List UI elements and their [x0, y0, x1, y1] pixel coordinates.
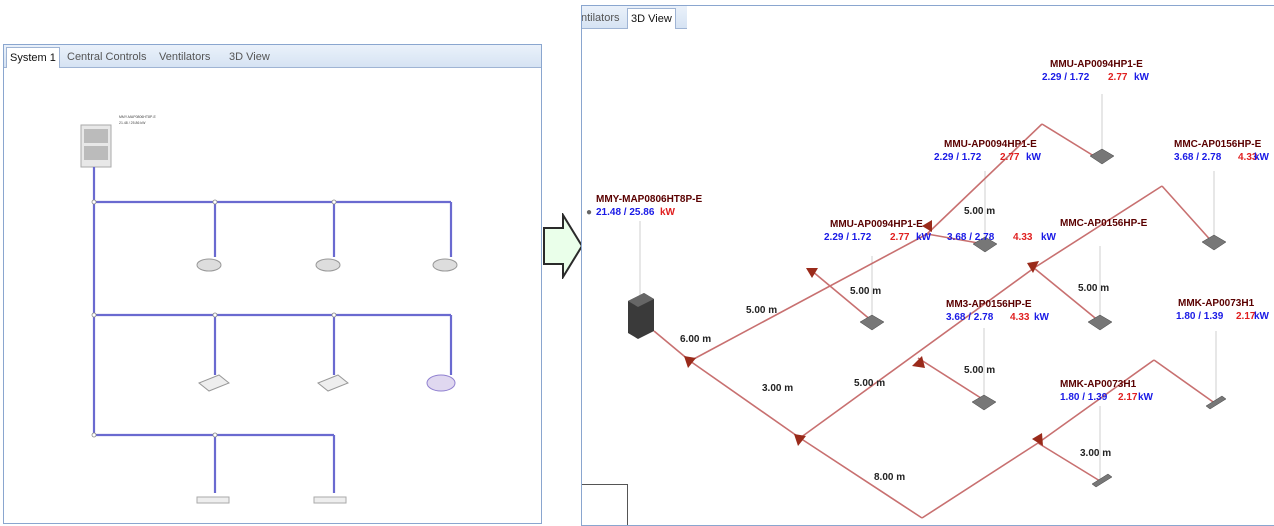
svg-text:2.29 / 1.72: 2.29 / 1.72: [824, 232, 872, 243]
svg-text:2.29 / 1.72: 2.29 / 1.72: [934, 152, 982, 163]
svg-text:MMU-AP0094HP1-E: MMU-AP0094HP1-E: [944, 139, 1037, 150]
svg-text:2.17: 2.17: [1236, 311, 1256, 322]
3d-view-panel: ntilators 3D View MMY-MAP0806HT8P-E ● 21…: [581, 5, 1274, 526]
svg-text:MMY-MAP0806HT8P-E: MMY-MAP0806HT8P-E: [119, 115, 156, 119]
tiny-diagram-labels: MMY-MAP0806HT8P-E 21.48 / 25.86 kW: [119, 115, 156, 125]
svg-text:MMK-AP0073H1: MMK-AP0073H1: [1060, 379, 1137, 390]
piping-diagram-3d: MMY-MAP0806HT8P-E ● 21.48 / 25.86 kW MMU…: [586, 59, 1270, 519]
pipe-length-label: 5.00 m: [850, 286, 881, 297]
svg-text:2.77: 2.77: [1000, 152, 1020, 163]
svg-text:MMC-AP0156HP-E: MMC-AP0156HP-E: [1174, 139, 1262, 150]
svg-text:MMU-AP0094HP1-E: MMU-AP0094HP1-E: [830, 219, 923, 230]
svg-text:MM3-AP0156HP-E: MM3-AP0156HP-E: [946, 299, 1032, 310]
indoor-units-row3[interactable]: [196, 496, 347, 504]
pipe-length-label: 5.00 m: [964, 365, 995, 376]
outdoor-unit-label: MMY-MAP0806HT8P-E ● 21.48 / 25.86 kW: [586, 194, 702, 218]
svg-text:kW: kW: [1134, 72, 1150, 83]
indoor-unit-label: MM3-AP0156HP-E 3.68 / 2.78 4.33 kW: [946, 299, 1050, 323]
piping-diagram-2d: MMY-MAP0806HT8P-E 21.48 / 25.86 kW: [80, 115, 458, 504]
svg-text:kW: kW: [916, 232, 932, 243]
pipe-length-label: 8.00 m: [874, 472, 905, 483]
pipe-length-label: 3.00 m: [762, 383, 793, 394]
svg-text:2.77: 2.77: [1108, 72, 1128, 83]
refrigerant-pipes: [92, 167, 453, 493]
pipe-length-label: 6.00 m: [680, 334, 711, 345]
indoor-unit-label: MMU-AP0094HP1-E 2.29 / 1.72 2.77 kW: [1042, 59, 1150, 83]
tab-ventilators[interactable]: Ventilators: [156, 48, 213, 66]
viewport-corner-frame: [582, 484, 628, 525]
pipe-length-label: 5.00 m: [964, 206, 995, 217]
indoor-unit-label: MMC-AP0156HP-E 3.68 / 2.78 4.33 kW: [947, 218, 1148, 243]
tab-ventilators-cut[interactable]: ntilators: [582, 9, 623, 27]
svg-text:MMU-AP0094HP1-E: MMU-AP0094HP1-E: [1050, 59, 1143, 70]
svg-text:●: ●: [586, 207, 592, 218]
svg-text:21.48 / 25.86: 21.48 / 25.86: [596, 207, 655, 218]
pipe-length-label: 3.00 m: [1080, 448, 1111, 459]
svg-text:3.68 / 2.78: 3.68 / 2.78: [946, 312, 994, 323]
svg-text:kW: kW: [1041, 232, 1057, 243]
indoor-unit-label: MMU-AP0094HP1-E 2.29 / 1.72 2.77 kW: [934, 139, 1042, 163]
svg-text:3.68 / 2.78: 3.68 / 2.78: [947, 232, 995, 243]
svg-text:MMK-AP0073H1: MMK-AP0073H1: [1178, 298, 1255, 309]
svg-text:21.48 / 25.86 kW: 21.48 / 25.86 kW: [119, 121, 146, 125]
svg-text:kW: kW: [1138, 392, 1154, 403]
svg-text:kW: kW: [1026, 152, 1042, 163]
indoor-unit-label: MMK-AP0073H1 1.80 / 1.39 2.17 kW: [1176, 298, 1270, 322]
svg-text:MMC-AP0156HP-E: MMC-AP0156HP-E: [1060, 218, 1148, 229]
svg-text:1.80 / 1.39: 1.80 / 1.39: [1060, 392, 1108, 403]
right-arrow-icon: [543, 213, 584, 279]
indoor-unit-label: MMC-AP0156HP-E 3.68 / 2.78 4.33 kW: [1174, 139, 1270, 163]
tab-central-controls[interactable]: Central Controls: [64, 48, 149, 66]
svg-text:3.68 / 2.78: 3.68 / 2.78: [1174, 152, 1222, 163]
indoor-units-row2[interactable]: [198, 374, 456, 392]
svg-text:1.80 / 1.39: 1.80 / 1.39: [1176, 311, 1224, 322]
svg-text:MMY-MAP0806HT8P-E: MMY-MAP0806HT8P-E: [596, 194, 702, 205]
outdoor-unit-3d-icon[interactable]: [628, 293, 654, 339]
svg-text:4.33: 4.33: [1010, 312, 1030, 323]
svg-text:4.33: 4.33: [1013, 232, 1033, 243]
svg-text:2.17: 2.17: [1118, 392, 1138, 403]
refrigerant-pipes-3d: [653, 123, 1217, 519]
pipe-length-labels: 6.00 m 5.00 m 5.00 m 5.00 m 5.00 m 3.00 …: [680, 206, 1111, 483]
tab-system-1[interactable]: System 1: [6, 47, 60, 68]
pipe-length-label: 5.00 m: [746, 305, 777, 316]
pipe-length-label: 5.00 m: [1078, 283, 1109, 294]
indoor-units-row1[interactable]: [196, 258, 458, 272]
outdoor-unit-icon[interactable]: [80, 124, 112, 168]
svg-text:kW: kW: [1034, 312, 1050, 323]
indoor-unit-label: MMU-AP0094HP1-E 2.29 / 1.72 2.77 kW: [824, 219, 932, 243]
svg-text:kW: kW: [660, 207, 676, 218]
svg-text:kW: kW: [1254, 311, 1270, 322]
unit-drop-lines: [639, 94, 1217, 480]
tab-3d-view[interactable]: 3D View: [226, 48, 273, 66]
system-diagram-panel: System 1 Central Controls Ventilators 3D…: [3, 44, 542, 524]
svg-text:2.29 / 1.72: 2.29 / 1.72: [1042, 72, 1090, 83]
indoor-unit-label: MMK-AP0073H1 1.80 / 1.39 2.17 kW: [1060, 379, 1154, 403]
tab-3d-view-active[interactable]: 3D View: [627, 8, 676, 29]
left-tab-bar: System 1 Central Controls Ventilators 3D…: [4, 45, 541, 68]
branch-arrows: [684, 220, 1043, 446]
svg-text:kW: kW: [1254, 152, 1270, 163]
right-tab-bar: ntilators 3D View: [582, 6, 687, 29]
pipe-length-label: 5.00 m: [854, 378, 885, 389]
svg-text:2.77: 2.77: [890, 232, 910, 243]
